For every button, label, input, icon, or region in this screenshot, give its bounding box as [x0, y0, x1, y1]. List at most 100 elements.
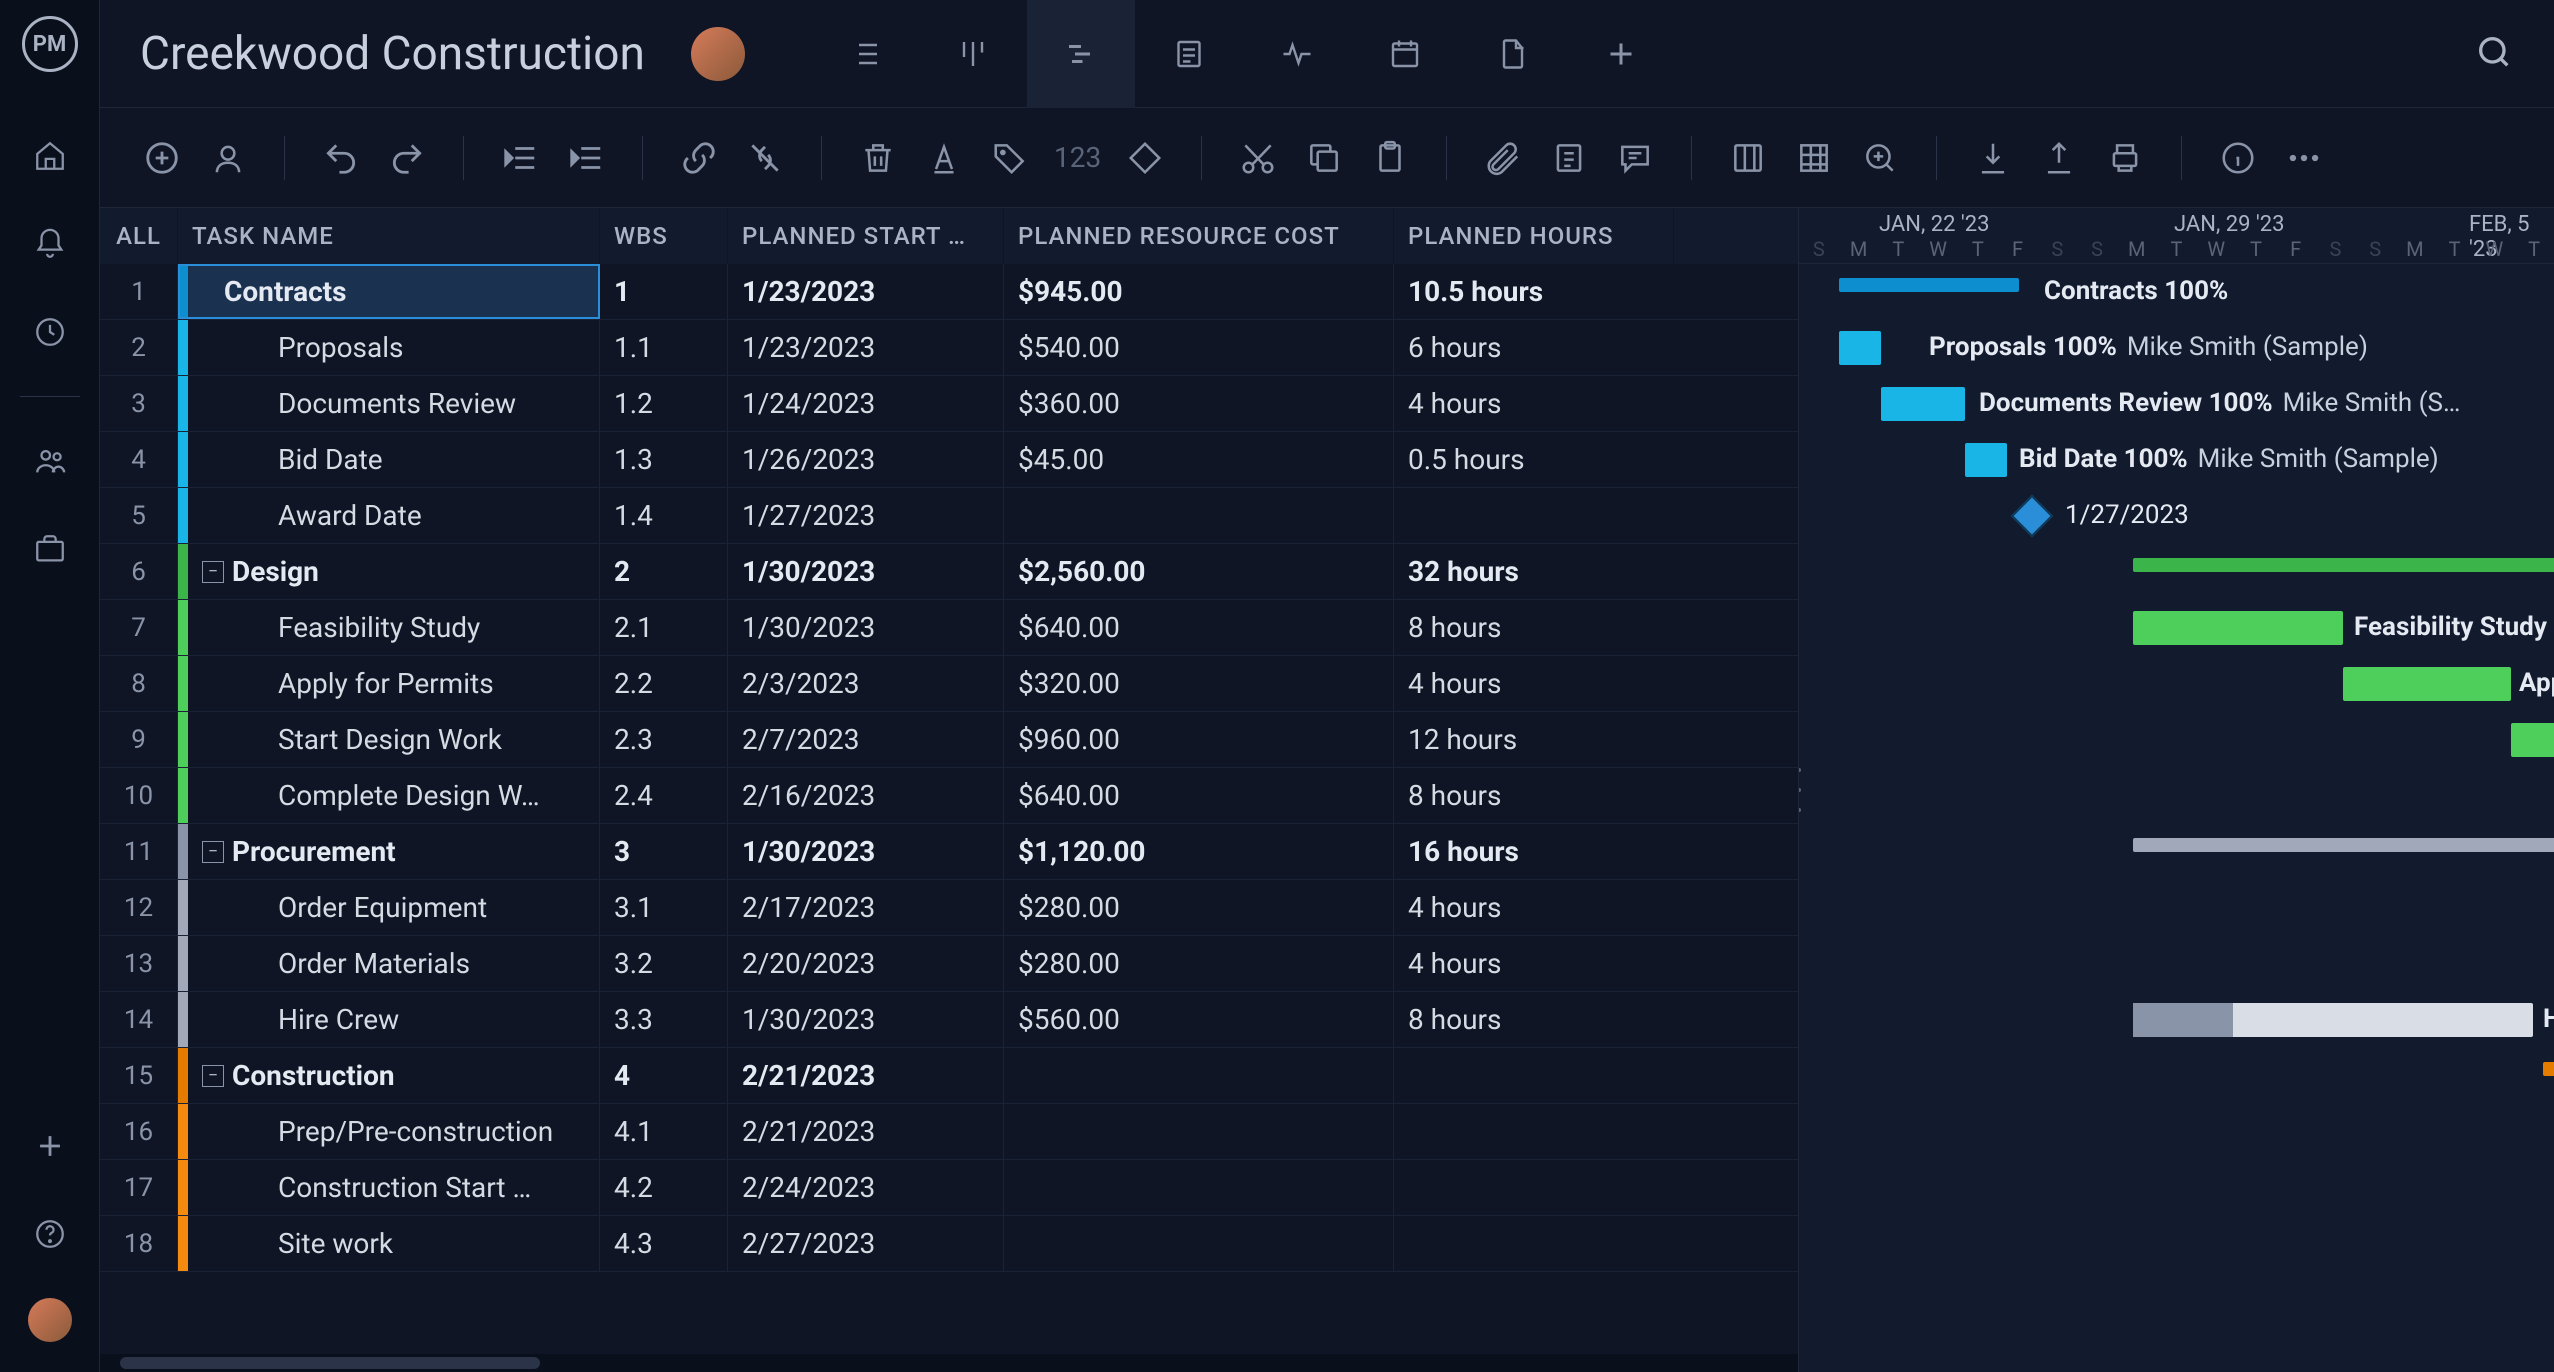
assign-icon[interactable] — [206, 136, 250, 180]
view-add-icon[interactable] — [1567, 0, 1675, 108]
cell-wbs[interactable]: 3.1 — [600, 880, 728, 935]
search-icon[interactable] — [2474, 32, 2514, 76]
cut-icon[interactable] — [1236, 136, 1280, 180]
table-row[interactable]: 4Bid Date1.31/26/2023$45.000.5 hours — [100, 432, 1798, 488]
cell-hours[interactable] — [1394, 1216, 1674, 1271]
table-row[interactable]: 10Complete Design W…2.42/16/2023$640.008… — [100, 768, 1798, 824]
table-row[interactable]: 13Order Materials3.22/20/2023$280.004 ho… — [100, 936, 1798, 992]
cell-wbs[interactable]: 1 — [600, 264, 728, 319]
cell-wbs[interactable]: 3.2 — [600, 936, 728, 991]
cell-cost[interactable]: $1,120.00 — [1004, 824, 1394, 879]
cell-wbs[interactable]: 1.3 — [600, 432, 728, 487]
cell-cost[interactable]: $2,560.00 — [1004, 544, 1394, 599]
cell-task-name[interactable]: Start Design Work — [178, 712, 600, 767]
view-calendar-icon[interactable] — [1351, 0, 1459, 108]
cell-wbs[interactable]: 2 — [600, 544, 728, 599]
cell-start[interactable]: 1/23/2023 — [728, 320, 1004, 375]
cell-task-name[interactable]: Award Date — [178, 488, 600, 543]
collapse-toggle[interactable]: − — [202, 1065, 224, 1087]
cell-hours[interactable]: 8 hours — [1394, 600, 1674, 655]
cell-start[interactable]: 2/21/2023 — [728, 1104, 1004, 1159]
cell-start[interactable]: 2/24/2023 — [728, 1160, 1004, 1215]
table-row[interactable]: 5Award Date1.41/27/2023 — [100, 488, 1798, 544]
cell-start[interactable]: 2/7/2023 — [728, 712, 1004, 767]
table-row[interactable]: 1Contracts11/23/2023$945.0010.5 hours — [100, 264, 1798, 320]
cell-start[interactable]: 2/16/2023 — [728, 768, 1004, 823]
cell-task-name[interactable]: Site work — [178, 1216, 600, 1271]
cell-cost[interactable]: $640.00 — [1004, 768, 1394, 823]
view-board-icon[interactable] — [919, 0, 1027, 108]
col-name[interactable]: TASK NAME — [178, 208, 600, 264]
table-row[interactable]: 7Feasibility Study2.11/30/2023$640.008 h… — [100, 600, 1798, 656]
info-icon[interactable] — [2216, 136, 2260, 180]
cell-task-name[interactable]: Hire Crew — [178, 992, 600, 1047]
cell-task-name[interactable]: Complete Design W… — [178, 768, 600, 823]
gantt-summary-bar[interactable] — [2543, 1062, 2554, 1076]
people-icon[interactable] — [26, 437, 74, 485]
collapse-toggle[interactable]: − — [202, 561, 224, 583]
cell-hours[interactable] — [1394, 1160, 1674, 1215]
note-icon[interactable] — [1547, 136, 1591, 180]
cell-cost[interactable]: $280.00 — [1004, 880, 1394, 935]
cell-hours[interactable]: 4 hours — [1394, 880, 1674, 935]
cell-cost[interactable] — [1004, 1048, 1394, 1103]
cell-cost[interactable]: $360.00 — [1004, 376, 1394, 431]
col-start[interactable]: PLANNED START … — [728, 208, 1004, 264]
gantt-task-bar[interactable] — [2133, 1003, 2533, 1037]
cell-task-name[interactable]: Feasibility Study — [178, 600, 600, 655]
col-hours[interactable]: PLANNED HOURS — [1394, 208, 1674, 264]
cell-cost[interactable] — [1004, 1160, 1394, 1215]
cell-task-name[interactable]: −Design — [178, 544, 600, 599]
cell-start[interactable]: 1/30/2023 — [728, 600, 1004, 655]
gantt-task-bar[interactable] — [2133, 611, 2343, 645]
gantt-task-bar[interactable] — [2511, 723, 2554, 757]
col-cost[interactable]: PLANNED RESOURCE COST — [1004, 208, 1394, 264]
gantt-milestone[interactable] — [2011, 495, 2053, 537]
cell-wbs[interactable]: 1.2 — [600, 376, 728, 431]
bell-icon[interactable] — [26, 220, 74, 268]
cell-task-name[interactable]: Order Equipment — [178, 880, 600, 935]
col-all[interactable]: ALL — [100, 208, 178, 264]
grid-icon[interactable] — [1792, 136, 1836, 180]
cell-hours[interactable]: 16 hours — [1394, 824, 1674, 879]
view-file-icon[interactable] — [1459, 0, 1567, 108]
cell-hours[interactable]: 0.5 hours — [1394, 432, 1674, 487]
cell-cost[interactable]: $960.00 — [1004, 712, 1394, 767]
cell-hours[interactable] — [1394, 1104, 1674, 1159]
cell-start[interactable]: 2/3/2023 — [728, 656, 1004, 711]
cell-hours[interactable]: 4 hours — [1394, 656, 1674, 711]
cell-task-name[interactable]: Apply for Permits — [178, 656, 600, 711]
table-row[interactable]: 8Apply for Permits2.22/3/2023$320.004 ho… — [100, 656, 1798, 712]
export-icon[interactable] — [2037, 136, 2081, 180]
cell-wbs[interactable]: 1.1 — [600, 320, 728, 375]
table-row[interactable]: 16Prep/Pre-construction4.12/21/2023 — [100, 1104, 1798, 1160]
cell-cost[interactable] — [1004, 1216, 1394, 1271]
cell-task-name[interactable]: Proposals — [178, 320, 600, 375]
cell-wbs[interactable]: 2.2 — [600, 656, 728, 711]
help-icon[interactable] — [26, 1210, 74, 1258]
cell-hours[interactable]: 8 hours — [1394, 992, 1674, 1047]
cell-cost[interactable] — [1004, 1104, 1394, 1159]
view-gantt-icon[interactable] — [1027, 0, 1135, 108]
cell-start[interactable]: 2/17/2023 — [728, 880, 1004, 935]
outdent-icon[interactable] — [498, 136, 542, 180]
cell-start[interactable]: 2/21/2023 — [728, 1048, 1004, 1103]
briefcase-icon[interactable] — [26, 525, 74, 573]
horizontal-scrollbar[interactable] — [100, 1354, 1798, 1372]
cell-cost[interactable]: $640.00 — [1004, 600, 1394, 655]
view-sheet-icon[interactable] — [1135, 0, 1243, 108]
user-avatar[interactable] — [28, 1298, 72, 1342]
gantt-summary-bar[interactable] — [1839, 278, 2019, 292]
paste-icon[interactable] — [1368, 136, 1412, 180]
cell-start[interactable]: 2/27/2023 — [728, 1216, 1004, 1271]
link-icon[interactable] — [677, 136, 721, 180]
cell-cost[interactable]: $280.00 — [1004, 936, 1394, 991]
tag-icon[interactable] — [988, 136, 1032, 180]
cell-task-name[interactable]: Construction Start … — [178, 1160, 600, 1215]
cell-hours[interactable]: 8 hours — [1394, 768, 1674, 823]
cell-wbs[interactable]: 3 — [600, 824, 728, 879]
cell-hours[interactable]: 12 hours — [1394, 712, 1674, 767]
indent-icon[interactable] — [564, 136, 608, 180]
columns-icon[interactable] — [1726, 136, 1770, 180]
view-activity-icon[interactable] — [1243, 0, 1351, 108]
